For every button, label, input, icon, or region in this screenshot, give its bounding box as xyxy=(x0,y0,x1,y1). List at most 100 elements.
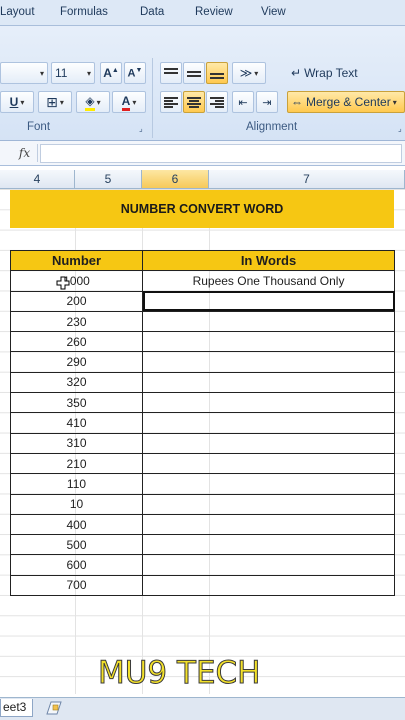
ribbon-tabs: Layout Formulas Data Review View xyxy=(0,0,405,26)
sheet-title[interactable]: NUMBER CONVERT WORD xyxy=(10,190,394,228)
column-header-5[interactable]: 5 xyxy=(75,170,142,189)
column-header-6[interactable]: 6 xyxy=(142,170,209,189)
table-header-row: Number In Words xyxy=(10,249,395,272)
in-words-cell[interactable] xyxy=(142,554,395,576)
align-bottom-icon xyxy=(210,68,224,79)
table-row: 320 xyxy=(10,371,395,394)
borders-icon: ⊞ xyxy=(46,93,58,110)
group-separator xyxy=(152,58,153,138)
grow-font-icon: A▲ xyxy=(103,66,119,80)
sheet-tab[interactable]: eet3 xyxy=(0,699,34,717)
font-dialog-launcher-icon[interactable]: ⌟ xyxy=(139,124,143,133)
number-cell[interactable]: 500 xyxy=(10,534,143,556)
underline-icon: U xyxy=(9,95,19,109)
chevron-down-icon: ▾ xyxy=(20,97,25,107)
table-row: 210 xyxy=(10,452,395,475)
number-cell[interactable]: 600 xyxy=(10,554,143,576)
fill-color-button[interactable]: ◈ ▾ xyxy=(76,91,110,113)
in-words-cell[interactable] xyxy=(142,310,395,333)
font-color-icon: A xyxy=(121,94,131,111)
align-center-icon xyxy=(187,97,201,108)
formula-input[interactable] xyxy=(40,144,402,163)
table-row: 350 xyxy=(10,392,395,414)
in-words-cell[interactable] xyxy=(142,371,395,394)
tab-formulas[interactable]: Formulas xyxy=(60,6,108,18)
tab-view[interactable]: View xyxy=(261,6,286,18)
increase-indent-icon: ⇥ xyxy=(262,96,272,109)
in-words-cell[interactable] xyxy=(142,392,395,414)
shrink-font-button[interactable]: A▼ xyxy=(124,62,146,84)
in-words-cell[interactable] xyxy=(142,493,395,515)
number-cell[interactable]: 260 xyxy=(10,331,143,353)
in-words-cell[interactable] xyxy=(142,412,395,434)
in-words-cell[interactable] xyxy=(142,331,395,353)
in-words-cell[interactable] xyxy=(142,452,395,475)
underline-button[interactable]: U ▾ xyxy=(0,91,34,113)
number-cell[interactable]: 10 xyxy=(10,493,143,515)
in-words-cell[interactable] xyxy=(142,351,395,373)
number-cell[interactable]: 310 xyxy=(10,432,143,454)
font-group-label: Font xyxy=(27,121,51,133)
number-cell[interactable]: 210 xyxy=(10,452,143,475)
align-right-button[interactable] xyxy=(206,91,228,113)
font-color-button[interactable]: A ▾ xyxy=(112,91,146,113)
in-words-cell[interactable] xyxy=(142,432,395,454)
number-cell[interactable]: 1000 xyxy=(10,270,143,292)
insert-sheet-icon[interactable] xyxy=(44,701,64,715)
in-words-cell[interactable] xyxy=(142,513,395,536)
merge-center-button[interactable]: ⇔ Merge & Center ▾ xyxy=(287,91,405,113)
active-cell[interactable] xyxy=(142,290,395,312)
in-words-cell[interactable] xyxy=(142,534,395,556)
number-cell[interactable]: 350 xyxy=(10,392,143,414)
number-cell[interactable]: 290 xyxy=(10,351,143,373)
chevron-down-icon: ▾ xyxy=(59,97,64,107)
align-bottom-button[interactable] xyxy=(206,62,228,84)
table-row: 230 xyxy=(10,310,395,333)
number-cell[interactable]: 320 xyxy=(10,371,143,394)
align-middle-button[interactable] xyxy=(183,62,205,84)
ribbon: Layout Formulas Data Review View ▾ 11 ▾ A… xyxy=(0,0,405,141)
decrease-indent-button[interactable]: ⇤ xyxy=(232,91,254,113)
align-top-icon xyxy=(164,68,178,78)
wrap-text-icon: ↵ xyxy=(291,66,302,80)
tab-review[interactable]: Review xyxy=(195,6,233,18)
insert-function-icon[interactable]: fx xyxy=(12,144,38,162)
chevron-down-icon: ▾ xyxy=(132,97,137,107)
shrink-font-icon: A▼ xyxy=(127,66,143,80)
table-row: 700 xyxy=(10,574,395,597)
alignment-dialog-launcher-icon[interactable]: ⌟ xyxy=(398,124,402,133)
table-row: 310 xyxy=(10,432,395,454)
paint-bucket-icon: ◈ xyxy=(85,94,95,111)
number-header[interactable]: Number xyxy=(10,249,143,272)
tab-data[interactable]: Data xyxy=(140,6,164,18)
font-size-dropdown[interactable]: 11 ▾ xyxy=(51,62,95,84)
in-words-cell[interactable] xyxy=(142,574,395,597)
number-cell[interactable]: 110 xyxy=(10,473,143,495)
number-cell[interactable]: 700 xyxy=(10,574,143,597)
in-words-header[interactable]: In Words xyxy=(142,249,395,272)
number-cell[interactable]: 400 xyxy=(10,513,143,536)
increase-indent-button[interactable]: ⇥ xyxy=(256,91,278,113)
borders-button[interactable]: ⊞ ▾ xyxy=(38,91,72,113)
number-cell[interactable]: 200 xyxy=(10,290,143,312)
wrap-text-label: Wrap Text xyxy=(304,66,358,80)
tab-page-layout[interactable]: Layout xyxy=(0,6,35,18)
in-words-cell[interactable]: Rupees One Thousand Only xyxy=(142,270,395,292)
align-left-button[interactable] xyxy=(160,91,182,113)
grow-font-button[interactable]: A▲ xyxy=(100,62,122,84)
align-left-icon xyxy=(164,97,178,108)
align-center-button[interactable] xyxy=(183,91,205,113)
column-header-4[interactable]: 4 xyxy=(0,170,75,189)
orientation-icon: ≫ xyxy=(239,66,253,80)
column-header-7[interactable]: 7 xyxy=(209,170,405,189)
orientation-button[interactable]: ≫ ▾ xyxy=(232,62,266,84)
wrap-text-button[interactable]: ↵ Wrap Text xyxy=(287,62,397,84)
merge-center-label: Merge & Center xyxy=(306,95,391,109)
table-row: 400 xyxy=(10,513,395,536)
table-row: 600 xyxy=(10,554,395,576)
number-cell[interactable]: 230 xyxy=(10,310,143,333)
in-words-cell[interactable] xyxy=(142,473,395,495)
font-name-dropdown[interactable]: ▾ xyxy=(0,62,48,84)
number-cell[interactable]: 410 xyxy=(10,412,143,434)
align-top-button[interactable] xyxy=(160,62,182,84)
